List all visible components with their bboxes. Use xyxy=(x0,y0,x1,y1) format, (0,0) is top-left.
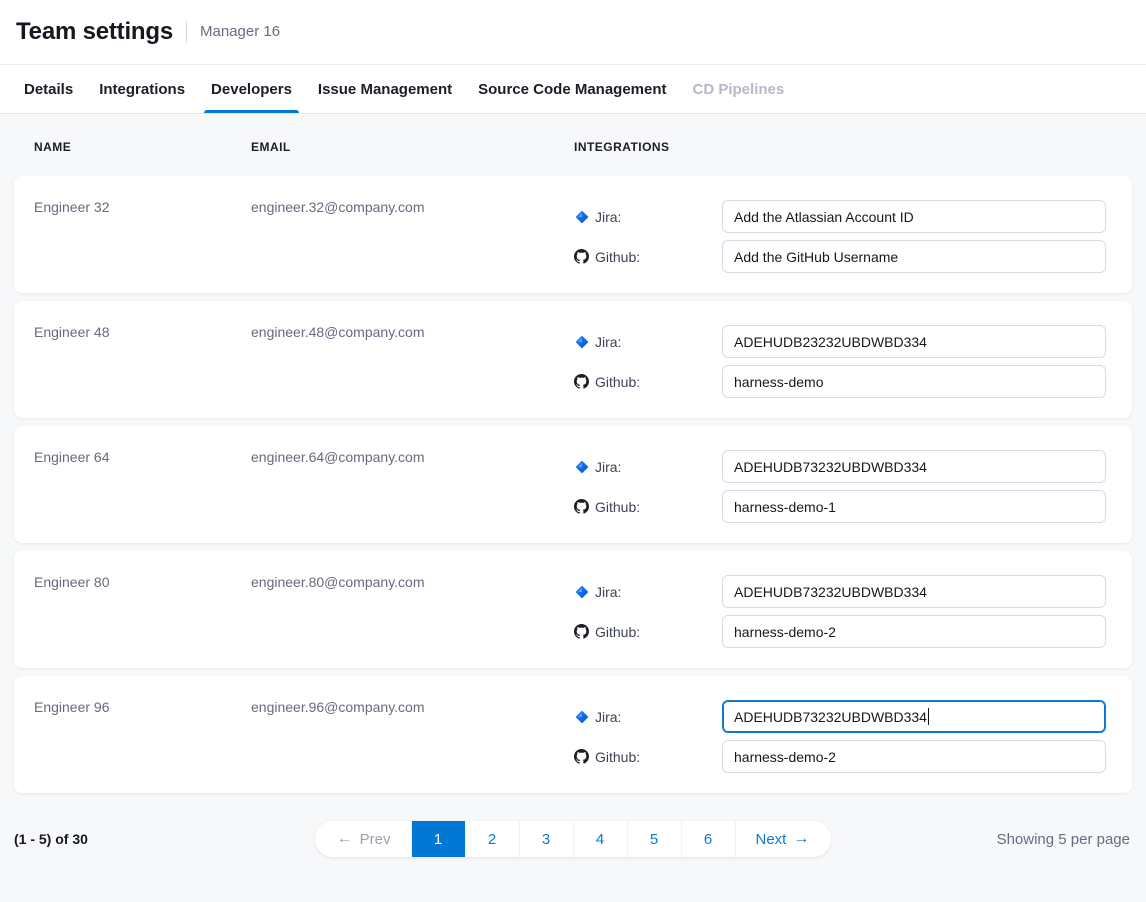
jira-label: Jira: xyxy=(595,709,621,725)
tab-bar: Details Integrations Developers Issue Ma… xyxy=(0,65,1146,114)
jira-icon xyxy=(574,584,589,599)
jira-label: Jira: xyxy=(595,334,621,350)
github-icon xyxy=(574,624,589,639)
github-label: Github: xyxy=(595,374,640,390)
pager: ← Prev 1 2 3 4 5 6 Next → xyxy=(315,821,832,857)
tab-cd-pipelines: CD Pipelines xyxy=(680,65,798,113)
per-page-text: Showing 5 per page xyxy=(997,831,1130,848)
jira-label: Jira: xyxy=(595,459,621,475)
github-label: Github: xyxy=(595,624,640,640)
tab-developers[interactable]: Developers xyxy=(198,65,305,113)
github-username-input[interactable]: harness-demo xyxy=(722,365,1106,398)
page-button-2[interactable]: 2 xyxy=(465,821,519,857)
developer-email: engineer.80@company.com xyxy=(251,575,574,648)
github-label: Github: xyxy=(595,499,640,515)
tab-source-code-management[interactable]: Source Code Management xyxy=(465,65,679,113)
table-row: Engineer 48 engineer.48@company.com Jira… xyxy=(14,301,1132,418)
github-label: Github: xyxy=(595,249,640,265)
developer-name: Engineer 48 xyxy=(34,325,251,398)
jira-account-id-input[interactable]: ADEHUDB23232UBDWBD334 xyxy=(722,325,1106,358)
jira-label: Jira: xyxy=(595,584,621,600)
jira-icon xyxy=(574,709,589,724)
pagination-bar: (1 - 5) of 30 ← Prev 1 2 3 4 5 6 Next → … xyxy=(14,821,1132,857)
github-input-text: harness-demo xyxy=(734,374,824,390)
tab-details[interactable]: Details xyxy=(11,65,86,113)
page-button-4[interactable]: 4 xyxy=(573,821,627,857)
tab-issue-management[interactable]: Issue Management xyxy=(305,65,465,113)
page-header: Team settings Manager 16 xyxy=(0,0,1146,65)
github-username-input[interactable]: harness-demo-2 xyxy=(722,615,1106,648)
github-username-input[interactable]: Add the GitHub Username xyxy=(722,240,1106,273)
tab-integrations[interactable]: Integrations xyxy=(86,65,198,113)
developer-email: engineer.64@company.com xyxy=(251,450,574,523)
github-label: Github: xyxy=(595,749,640,765)
developer-name: Engineer 64 xyxy=(34,450,251,523)
pagination-range-text: (1 - 5) of 30 xyxy=(14,831,88,847)
developer-name: Engineer 80 xyxy=(34,575,251,648)
github-username-input[interactable]: harness-demo-1 xyxy=(722,490,1106,523)
table-row: Engineer 64 engineer.64@company.com Jira… xyxy=(14,426,1132,543)
integrations-cell: Jira: ADEHUDB23232UBDWBD334 Github: harn… xyxy=(574,325,1112,398)
github-input-text: harness-demo-2 xyxy=(734,624,836,640)
github-username-input[interactable]: harness-demo-2 xyxy=(722,740,1106,773)
next-page-button[interactable]: Next → xyxy=(735,821,832,857)
developer-name: Engineer 96 xyxy=(34,700,251,773)
prev-page-button[interactable]: ← Prev xyxy=(315,821,411,857)
jira-icon xyxy=(574,334,589,349)
developer-name: Engineer 32 xyxy=(34,200,251,273)
arrow-right-icon: → xyxy=(793,831,809,847)
jira-account-id-input[interactable]: ADEHUDB73232UBDWBD334 xyxy=(722,575,1106,608)
arrow-left-icon: ← xyxy=(337,831,353,847)
github-icon xyxy=(574,374,589,389)
developer-email: engineer.96@company.com xyxy=(251,700,574,773)
text-cursor xyxy=(928,708,930,725)
jira-icon xyxy=(574,209,589,224)
table-row: Engineer 32 engineer.32@company.com Jira… xyxy=(14,176,1132,293)
jira-input-text: ADEHUDB73232UBDWBD334 xyxy=(734,709,927,725)
jira-input-text: ADEHUDB73232UBDWBD334 xyxy=(734,459,927,475)
next-label: Next xyxy=(756,831,787,848)
jira-account-id-input[interactable]: Add the Atlassian Account ID xyxy=(722,200,1106,233)
jira-account-id-input-focused[interactable]: ADEHUDB73232UBDWBD334 xyxy=(722,700,1106,733)
prev-label: Prev xyxy=(360,831,391,848)
jira-label: Jira: xyxy=(595,209,621,225)
page-subtitle: Manager 16 xyxy=(186,21,280,43)
jira-icon xyxy=(574,459,589,474)
developer-email: engineer.48@company.com xyxy=(251,325,574,398)
jira-input-text: ADEHUDB73232UBDWBD334 xyxy=(734,584,927,600)
github-input-text: Add the GitHub Username xyxy=(734,249,898,265)
integrations-cell: Jira: ADEHUDB73232UBDWBD334 Github: harn… xyxy=(574,700,1112,773)
developers-panel: NAME EMAIL INTEGRATIONS Engineer 32 engi… xyxy=(0,114,1146,902)
integrations-cell: Jira: ADEHUDB73232UBDWBD334 Github: harn… xyxy=(574,575,1112,648)
integrations-cell: Jira: Add the Atlassian Account ID Githu… xyxy=(574,200,1112,273)
integrations-cell: Jira: ADEHUDB73232UBDWBD334 Github: harn… xyxy=(574,450,1112,523)
page-button-5[interactable]: 5 xyxy=(627,821,681,857)
table-row: Engineer 80 engineer.80@company.com Jira… xyxy=(14,551,1132,668)
page-button-1[interactable]: 1 xyxy=(411,821,465,857)
github-input-text: harness-demo-1 xyxy=(734,499,836,515)
column-header-name: NAME xyxy=(34,140,251,154)
table-column-headers: NAME EMAIL INTEGRATIONS xyxy=(14,114,1132,176)
developer-email: engineer.32@company.com xyxy=(251,200,574,273)
jira-input-text: Add the Atlassian Account ID xyxy=(734,209,914,225)
column-header-email: EMAIL xyxy=(251,140,574,154)
page-button-6[interactable]: 6 xyxy=(681,821,735,857)
page-title: Team settings xyxy=(16,18,173,46)
jira-input-text: ADEHUDB23232UBDWBD334 xyxy=(734,334,927,350)
table-row: Engineer 96 engineer.96@company.com Jira… xyxy=(14,676,1132,793)
page-button-3[interactable]: 3 xyxy=(519,821,573,857)
github-input-text: harness-demo-2 xyxy=(734,749,836,765)
jira-account-id-input[interactable]: ADEHUDB73232UBDWBD334 xyxy=(722,450,1106,483)
github-icon xyxy=(574,499,589,514)
github-icon xyxy=(574,749,589,764)
github-icon xyxy=(574,249,589,264)
column-header-integrations: INTEGRATIONS xyxy=(574,140,1112,154)
